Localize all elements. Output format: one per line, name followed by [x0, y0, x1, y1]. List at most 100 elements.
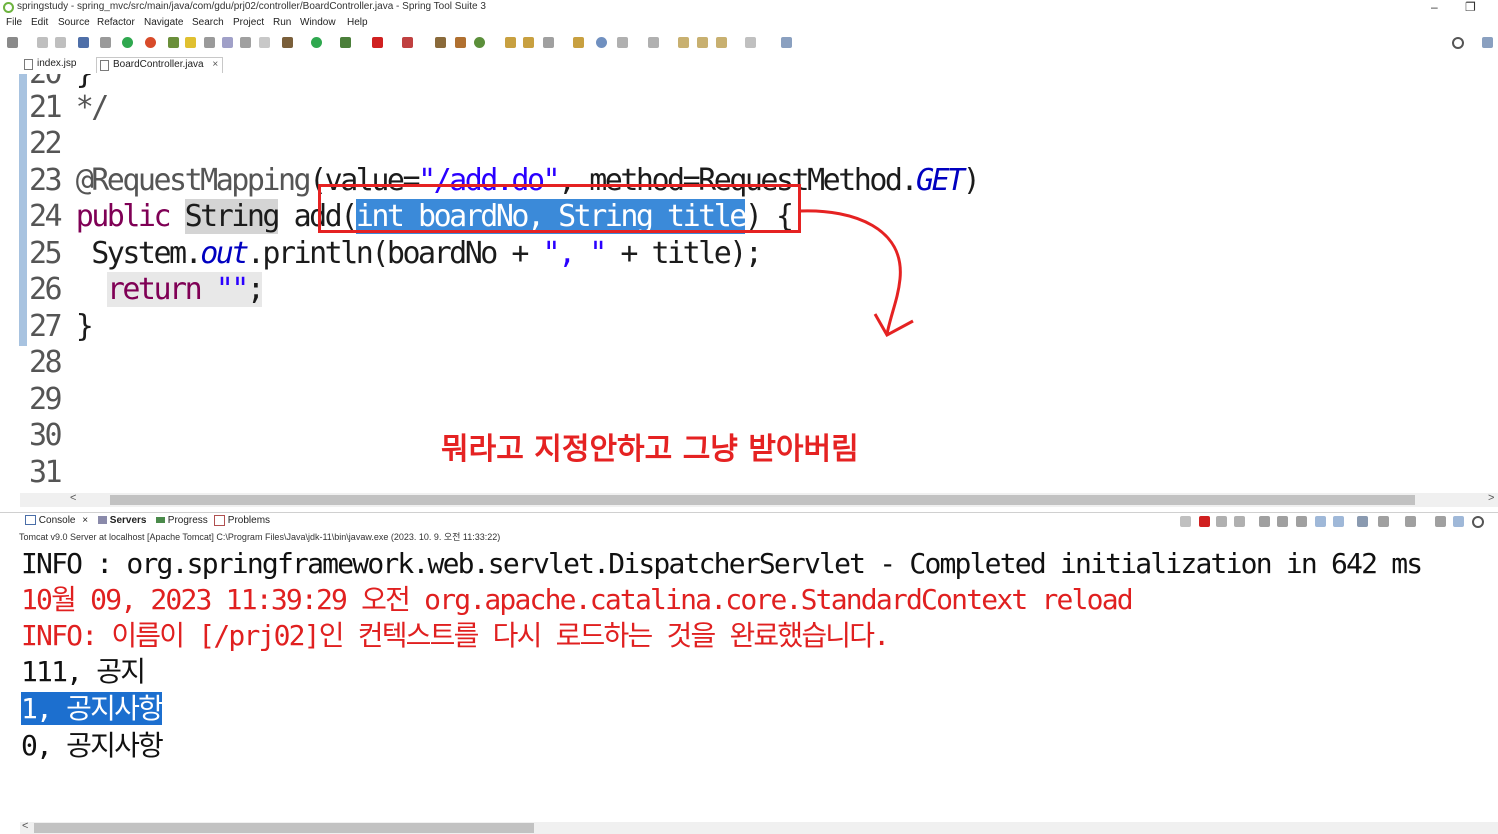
- toggle-icon[interactable]: [222, 37, 233, 48]
- new-class-icon[interactable]: [435, 37, 446, 48]
- skip-breakpoints-icon[interactable]: [100, 37, 111, 48]
- display-console-icon[interactable]: [1378, 516, 1389, 527]
- console-line: 111, 공지: [21, 655, 146, 688]
- gear-icon[interactable]: [1472, 516, 1484, 528]
- server-icon[interactable]: [402, 37, 413, 48]
- tab-label: index.jsp: [37, 58, 77, 69]
- clear-console-icon[interactable]: [1259, 516, 1270, 527]
- link-icon[interactable]: [204, 37, 215, 48]
- tab-console[interactable]: Console ×: [25, 515, 88, 526]
- code-line-29: 29: [29, 382, 63, 417]
- editor-hscrollbar[interactable]: < >: [20, 492, 1498, 507]
- console-hscrollbar[interactable]: <: [20, 820, 1498, 834]
- main-toolbar: [0, 33, 1498, 53]
- menu-edit[interactable]: Edit: [31, 17, 48, 28]
- pin-console-icon[interactable]: [1180, 516, 1191, 527]
- debug-icon[interactable]: [282, 37, 293, 48]
- code-line-27: 27 }: [29, 309, 94, 344]
- pin-editor-icon[interactable]: [781, 37, 792, 48]
- editor-tabs: index.jsp BoardController.java ×: [0, 55, 1498, 75]
- remove-all-icon[interactable]: [1234, 516, 1245, 527]
- maximize-view-icon[interactable]: [1453, 516, 1464, 527]
- package-icon[interactable]: [455, 37, 466, 48]
- minimize-button[interactable]: –: [1431, 0, 1438, 14]
- window-title: springstudy - spring_mvc/src/main/java/c…: [17, 1, 486, 12]
- forward-history-icon[interactable]: [745, 37, 756, 48]
- open-type-icon[interactable]: [505, 37, 516, 48]
- minimize-view-icon[interactable]: [1435, 516, 1446, 527]
- code-editor[interactable]: 20 } 21 */ 22 23 @RequestMapping(value="…: [0, 74, 1498, 494]
- pen-icon[interactable]: [185, 37, 196, 48]
- perspective-icon[interactable]: [1482, 37, 1493, 48]
- console-line: 0, 공지사항: [21, 729, 164, 762]
- run-icon[interactable]: [311, 37, 322, 48]
- word-wrap-icon[interactable]: [1296, 516, 1307, 527]
- back-icon[interactable]: [697, 37, 708, 48]
- console-line: INFO : org.springframework.web.servlet.D…: [21, 547, 1423, 580]
- code-line-22: 22: [29, 126, 63, 161]
- menu-project[interactable]: Project: [233, 17, 264, 28]
- restore-button[interactable]: ❐: [1465, 0, 1476, 14]
- refresh-icon[interactable]: [145, 37, 156, 48]
- prev-annotation-icon[interactable]: [648, 37, 659, 48]
- close-icon[interactable]: ×: [82, 515, 88, 526]
- code-line-30: 30: [29, 418, 63, 453]
- scroll-left-arrow[interactable]: <: [70, 492, 76, 504]
- menu-bar: File Edit Source Refactor Navigate Searc…: [0, 16, 1498, 32]
- window-titlebar: springstudy - spring_mvc/src/main/java/c…: [0, 0, 1498, 16]
- code-line-25: 25 System.out.println(boardNo + ", " + t…: [29, 236, 763, 271]
- next-annotation-icon[interactable]: [617, 37, 628, 48]
- tab-progress[interactable]: Progress: [156, 515, 208, 526]
- new-wizard-icon[interactable]: [474, 37, 485, 48]
- scroll-lock-icon[interactable]: [1277, 516, 1288, 527]
- progress-icon: [156, 517, 165, 524]
- stop-icon[interactable]: [372, 37, 383, 48]
- close-icon[interactable]: ×: [212, 59, 218, 70]
- scroll-thumb[interactable]: [34, 823, 534, 833]
- remove-launch-icon[interactable]: [1216, 516, 1227, 527]
- menu-search[interactable]: Search: [192, 17, 224, 28]
- menu-run[interactable]: Run: [273, 17, 291, 28]
- open-console-icon[interactable]: [1405, 516, 1416, 527]
- scroll-thumb[interactable]: [110, 495, 1415, 505]
- last-edit-icon[interactable]: [678, 37, 689, 48]
- console-line: 10월 09, 2023 11:39:29 오전 org.apache.cata…: [21, 583, 1134, 616]
- save-icon[interactable]: [37, 37, 48, 48]
- globe-icon[interactable]: [596, 37, 607, 48]
- tab-board-controller[interactable]: BoardController.java ×: [96, 57, 224, 73]
- open-folder-icon[interactable]: [573, 37, 584, 48]
- show-stdout-icon[interactable]: [1315, 516, 1326, 527]
- block-icon[interactable]: [240, 37, 251, 48]
- tab-problems[interactable]: Problems: [214, 515, 270, 526]
- menu-file[interactable]: File: [6, 17, 22, 28]
- scroll-right-arrow[interactable]: >: [1488, 492, 1494, 504]
- tab-label: BoardController.java: [113, 59, 204, 70]
- show-stderr-icon[interactable]: [1333, 516, 1344, 527]
- scroll-left-arrow[interactable]: <: [22, 820, 28, 832]
- open-resource-icon[interactable]: [523, 37, 534, 48]
- pin-icon[interactable]: [1357, 516, 1368, 527]
- java-file-icon: [100, 60, 109, 71]
- aspect-icon[interactable]: [168, 37, 179, 48]
- tab-index-jsp[interactable]: index.jsp: [21, 57, 80, 73]
- menu-source[interactable]: Source: [58, 17, 90, 28]
- show-whitespace-icon[interactable]: [259, 37, 270, 48]
- tab-servers[interactable]: Servers: [98, 515, 146, 526]
- terminal-icon[interactable]: [78, 37, 89, 48]
- new-icon[interactable]: [7, 37, 18, 48]
- search-icon[interactable]: [1452, 37, 1464, 49]
- search-task-icon[interactable]: [543, 37, 554, 48]
- menu-navigate[interactable]: Navigate: [144, 17, 183, 28]
- menu-refactor[interactable]: Refactor: [97, 17, 135, 28]
- console-output[interactable]: INFO : org.springframework.web.servlet.D…: [0, 545, 1498, 825]
- menu-help[interactable]: Help: [347, 17, 368, 28]
- console-icon: [25, 515, 36, 526]
- code-line-28: 28: [29, 345, 63, 380]
- save-all-icon[interactable]: [55, 37, 66, 48]
- spring-boot-icon[interactable]: [122, 37, 133, 48]
- console-header: Tomcat v9.0 Server at localhost [Apache …: [19, 532, 501, 542]
- menu-window[interactable]: Window: [300, 17, 336, 28]
- external-tools-icon[interactable]: [340, 37, 351, 48]
- terminate-icon[interactable]: [1199, 516, 1210, 527]
- forward-icon[interactable]: [716, 37, 727, 48]
